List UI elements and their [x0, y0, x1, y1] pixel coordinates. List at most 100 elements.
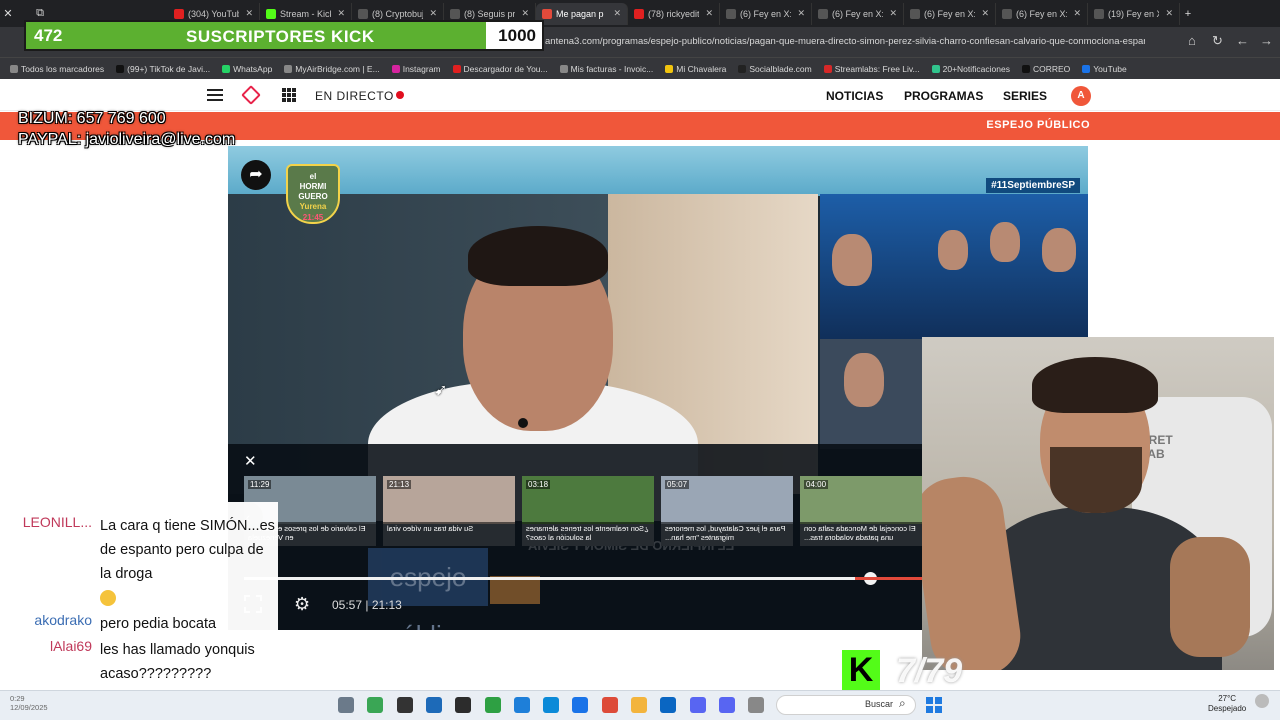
bookmark-item[interactable]: Mi Chavalera — [665, 64, 726, 74]
bookmark-label: Mi Chavalera — [676, 63, 727, 74]
nav-programas[interactable]: PROGRAMAS — [904, 89, 983, 103]
taskbar-app-icon[interactable] — [543, 697, 560, 713]
browser-tab[interactable]: (6) Fey en X: ✕ — [904, 2, 996, 25]
menu-icon[interactable] — [207, 89, 223, 101]
bookmark-label: Todos los marcadores — [21, 63, 105, 74]
taskbar-app-icon[interactable] — [396, 697, 413, 713]
weather-desc: Despejado — [1208, 704, 1247, 713]
tab-close-icon[interactable]: ✕ — [521, 8, 529, 19]
bookmark-item[interactable]: MyAirBridge.com | E... — [284, 64, 380, 74]
related-videos: 11:29El calvario de los presos españoles… — [244, 476, 1004, 546]
url-field[interactable]: antena3.com/programas/espejo-publico/not… — [545, 32, 1145, 52]
nav-series[interactable]: SERIES — [1003, 89, 1047, 103]
browser-tab[interactable]: (6) Fey en X: "T ✕ — [812, 2, 904, 25]
thumbnail-duration: 04:00 — [804, 480, 829, 489]
taskbar-search[interactable] — [776, 695, 916, 715]
antena3-logo-icon[interactable]: A — [1071, 86, 1091, 106]
home-icon[interactable]: ⌂ — [1188, 33, 1196, 48]
bookmark-favicon-icon — [222, 64, 231, 73]
related-video-thumbnail[interactable]: 04:00 El concejal de Moncada salta con un… — [800, 476, 932, 546]
show-logo-line-1: el — [309, 172, 317, 181]
bookmark-item[interactable]: (99+) TikTok de Javi... — [116, 64, 210, 74]
weather-widget[interactable]: 27°C Despejado — [1208, 694, 1246, 714]
bookmark-favicon-icon — [452, 64, 461, 73]
related-video-thumbnail[interactable]: 03:18 ¿Son realmente los trenes alemanes … — [522, 476, 654, 546]
browser-tab[interactable]: (78) rickyedit el ✕ — [628, 2, 720, 25]
taskbar-app-icon[interactable] — [660, 697, 677, 713]
tab-close-icon[interactable]: ✕ — [245, 8, 253, 19]
tab-close-icon[interactable]: ✕ — [1073, 8, 1081, 19]
taskbar-app-icon[interactable] — [484, 697, 501, 713]
nav-noticias[interactable]: NOTICIAS — [826, 89, 883, 103]
tab-actions-icon[interactable]: ⧉ — [32, 7, 48, 20]
taskbar-app-icon[interactable] — [631, 697, 647, 713]
taskbar-app-icon[interactable] — [748, 697, 765, 713]
progress-bar[interactable] — [244, 572, 924, 585]
bookmark-item[interactable]: Todos los marcadores — [10, 64, 104, 74]
reload-icon[interactable]: ↻ — [1212, 33, 1223, 49]
bookmark-item[interactable]: CORREO — [1021, 63, 1071, 74]
tab-close-icon[interactable]: ✕ — [705, 8, 713, 19]
tab-close-icon[interactable]: ✕ — [1165, 8, 1173, 19]
bookmark-label: Descargador de You... — [463, 63, 548, 74]
show-logo-line-4: Yurena — [299, 202, 327, 211]
chat-username[interactable]: lAlai69 — [0, 638, 92, 654]
close-window-icon[interactable]: ✕ — [0, 7, 16, 20]
bookmark-item[interactable]: Streamlabs: Free Liv... — [823, 64, 920, 74]
new-tab-icon[interactable]: + — [1180, 8, 1196, 20]
share-icon[interactable]: ➦ — [241, 160, 271, 190]
chat-message: les has llamado yonquis acaso????????? — [100, 638, 276, 686]
taskbar-app-icon[interactable] — [513, 697, 530, 713]
taskbar-app-icon[interactable] — [689, 697, 706, 713]
taskbar-app-icon[interactable] — [572, 697, 589, 713]
section-title[interactable]: ESPEJO PÚBLICO — [986, 119, 1090, 131]
tab-close-icon[interactable]: ✕ — [889, 8, 897, 19]
taskbar-app-icon[interactable] — [718, 697, 735, 713]
bookmark-item[interactable]: Instagram — [391, 64, 441, 74]
thumbnail-duration: 11:29 — [248, 480, 272, 489]
bookmark-item[interactable]: Descargador de You... — [452, 63, 548, 74]
taskbar-clock[interactable]: 0:29 12/09/2025 — [10, 694, 48, 712]
progress-fill — [244, 577, 870, 580]
studio-backdrop — [228, 146, 1088, 196]
bookmark-item[interactable]: Mis facturas - Invoic... — [559, 64, 653, 74]
chat-username[interactable]: LEONILL... — [0, 514, 92, 530]
tab-label: Me pagan p — [556, 8, 604, 19]
taskbar-app-icon[interactable] — [367, 697, 384, 713]
forward-icon[interactable]: → — [1260, 33, 1273, 48]
live-link[interactable]: EN DIRECTO — [315, 89, 394, 103]
browser-tab[interactable]: (19) Fey en X: " ✕ — [1088, 2, 1180, 25]
bookmark-label: CORREO — [1032, 63, 1071, 74]
bookmark-item[interactable]: YouTube — [1082, 64, 1127, 74]
bookmarks-bar: Todos los marcadores (99+) TikTok de Javi… — [0, 57, 1280, 79]
tab-close-icon[interactable]: ✕ — [613, 8, 621, 19]
back-icon[interactable]: ← — [1236, 33, 1249, 48]
related-video-thumbnail[interactable]: 21:13 Su vida tras un vídeo viral — [383, 476, 515, 546]
bookmark-item[interactable]: Socialblade.com — [738, 63, 812, 74]
chat-message: La cara q tiene SIMÓN...es de espanto pe… — [100, 514, 276, 610]
goal-title: SUSCRIPTORES KICK — [186, 27, 375, 46]
taskbar-app-icon[interactable] — [455, 697, 472, 713]
bookmark-label: Socialblade.com — [749, 63, 812, 74]
bookmark-item[interactable]: 20+Notificaciones — [931, 64, 1010, 74]
apps-grid-icon[interactable] — [282, 88, 296, 102]
browser-tab[interactable]: (6) Fey en X: " ✕ — [996, 2, 1088, 25]
thumbnail-duration: 03:18 — [526, 480, 551, 489]
browser-tab[interactable]: Me pagan p ✕ — [536, 2, 628, 25]
chat-username[interactable]: akodrako — [0, 612, 92, 628]
thumbnail-caption: El concejal de Moncada salta con una pat… — [800, 522, 932, 546]
taskbar-app-icon[interactable] — [601, 697, 618, 713]
bookmark-item[interactable]: WhatsApp — [222, 64, 272, 74]
browser-tab[interactable]: (6) Fey en X: " ✕ — [720, 2, 812, 25]
tab-close-icon[interactable]: ✕ — [337, 8, 345, 19]
close-related-icon[interactable]: ✕ — [244, 452, 257, 470]
tab-close-icon[interactable]: ✕ — [797, 8, 805, 19]
settings-gear-icon[interactable]: ⚙ — [294, 594, 310, 615]
taskbar-app-icon[interactable] — [425, 697, 442, 713]
taskbar-app-icon[interactable] — [338, 697, 354, 713]
tab-close-icon[interactable]: ✕ — [981, 8, 989, 19]
windows-start-icon[interactable] — [926, 697, 942, 713]
tab-close-icon[interactable]: ✕ — [429, 8, 437, 19]
tab-label: (6) Fey en X: " — [1016, 8, 1068, 19]
related-video-thumbnail[interactable]: 05:07 Para el juez Calatayud, los menores… — [661, 476, 793, 546]
